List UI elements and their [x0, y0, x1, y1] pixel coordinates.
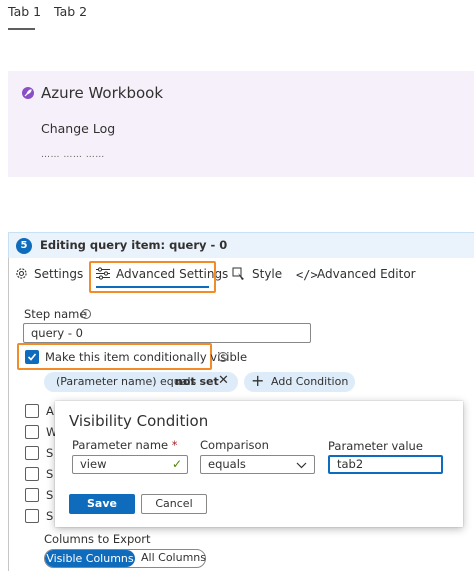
dialog-title: Visibility Condition	[69, 412, 209, 430]
brush-icon	[232, 267, 246, 285]
parameter-name-label: Parameter name *	[72, 438, 178, 452]
advanced-settings-highlight	[89, 261, 216, 293]
tab-1[interactable]: Tab 1	[8, 4, 41, 19]
step-number-badge: 5	[16, 238, 32, 254]
option-checkbox[interactable]	[25, 467, 39, 481]
parameter-value-label: Parameter value	[328, 439, 423, 453]
info-icon[interactable]: i	[218, 352, 228, 362]
option-checkbox[interactable]	[25, 509, 39, 523]
option-label: S	[46, 509, 54, 523]
checkmark-icon: ✓	[172, 457, 183, 471]
rocket-icon	[22, 87, 34, 99]
option-checkbox[interactable]	[25, 404, 39, 418]
workbook-title: Azure Workbook	[41, 84, 164, 102]
columns-to-export-label: Columns to Export	[44, 532, 151, 546]
option-checkbox[interactable]	[25, 446, 39, 460]
required-marker: *	[171, 438, 178, 452]
parameter-value-input[interactable]: tab2	[328, 455, 443, 474]
gear-icon	[15, 267, 28, 284]
close-icon[interactable]: ✕	[218, 373, 229, 388]
tab-2[interactable]: Tab 2	[54, 4, 87, 19]
option-label: S	[46, 488, 54, 502]
workbook-placeholder-text: …… …… ……	[41, 150, 105, 160]
option-label: S	[46, 446, 54, 460]
option-checkbox[interactable]	[25, 425, 39, 439]
chevron-down-icon	[296, 458, 307, 472]
code-icon: </>	[296, 268, 318, 282]
step-name-label: Step name	[24, 307, 87, 321]
info-icon[interactable]: i	[81, 309, 91, 319]
option-label: S	[46, 467, 54, 481]
save-button[interactable]: Save	[69, 494, 135, 514]
cancel-button[interactable]: Cancel	[141, 494, 207, 514]
tab-1-selected-indicator	[8, 28, 35, 30]
comparison-label: Comparison	[200, 438, 269, 452]
step-name-input[interactable]: query - 0	[23, 323, 311, 343]
editing-title: Editing query item: query - 0	[40, 238, 228, 252]
parameter-name-input[interactable]: view	[72, 455, 188, 474]
all-columns-option[interactable]: All Columns	[141, 551, 206, 564]
add-condition-label: Add Condition	[271, 375, 349, 388]
conditional-visible-label: Make this item conditionally visible	[45, 350, 248, 364]
plus-icon: +	[251, 371, 265, 390]
workbook-subtitle: Change Log	[41, 121, 116, 136]
visible-columns-option[interactable]: Visible Columns	[45, 550, 135, 567]
subtab-selected-indicator	[96, 286, 209, 288]
editor-left-border	[8, 258, 9, 571]
option-checkbox[interactable]	[25, 488, 39, 502]
option-label: A	[46, 404, 54, 418]
conditional-visible-checkbox[interactable]	[25, 350, 39, 364]
condition-pill-value: not set	[175, 375, 219, 388]
